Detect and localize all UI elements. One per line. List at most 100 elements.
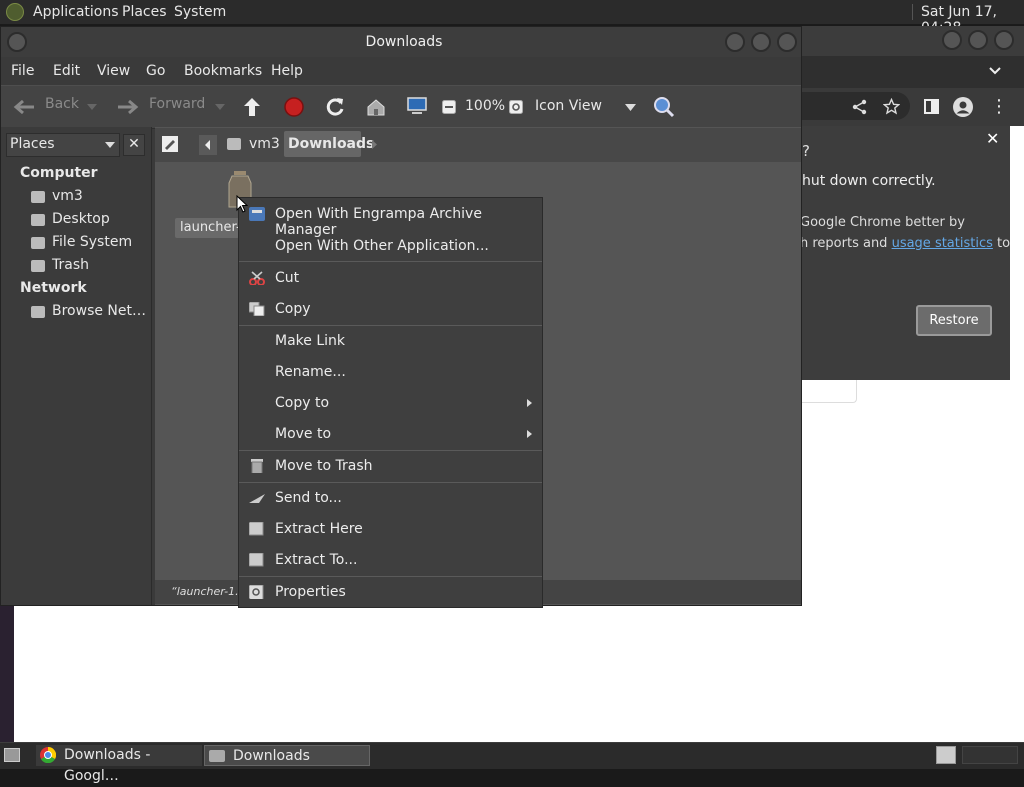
- menu-item-label: Open With Other Application...: [275, 238, 489, 254]
- bubble-checkbox-text: Google Chrome better by: [800, 215, 965, 230]
- menu-item-rename[interactable]: Rename...: [239, 357, 542, 388]
- menubar: File Edit View Go Bookmarks Help: [1, 57, 801, 85]
- search-icon[interactable]: [653, 96, 675, 118]
- workspace-switcher-empty[interactable]: [962, 746, 1018, 764]
- properties-icon: [249, 585, 264, 599]
- menu-view[interactable]: View: [97, 63, 130, 79]
- extract-icon: [249, 553, 264, 567]
- bubble-text-prefix: h reports and: [800, 236, 892, 251]
- submenu-arrow-icon: [527, 399, 532, 407]
- file-label[interactable]: launcher-: [175, 218, 239, 238]
- menu-item-copy-to[interactable]: Copy to: [239, 388, 542, 419]
- menu-separator: [239, 261, 542, 262]
- back-button[interactable]: Back: [9, 92, 105, 122]
- forward-label: Forward: [149, 96, 206, 112]
- forward-button[interactable]: Forward: [113, 92, 229, 122]
- bubble-text-suffix: to: [992, 236, 1011, 251]
- menu-item-open-with-other[interactable]: Open With Other Application...: [239, 231, 542, 262]
- view-mode-select[interactable]: Icon View: [529, 94, 639, 120]
- sidebar-section-computer: Computer: [20, 165, 98, 181]
- workspace-switcher-icon[interactable]: [936, 746, 956, 764]
- path-segment-downloads[interactable]: Downloads: [284, 131, 374, 157]
- chrome-menu-icon[interactable]: ⋮: [990, 96, 1008, 117]
- menu-item-label: Make Link: [275, 333, 345, 349]
- zoom-in-icon[interactable]: [509, 100, 523, 114]
- share-icon[interactable]: [852, 99, 868, 115]
- fm-titlebar: Downloads: [1, 27, 801, 58]
- stop-icon[interactable]: [284, 97, 304, 117]
- taskbar: Downloads - Googl… Downloads: [0, 742, 1024, 784]
- distro-logo-icon[interactable]: [6, 3, 24, 21]
- menu-go[interactable]: Go: [146, 63, 165, 79]
- home-icon[interactable]: [366, 97, 386, 117]
- close-button[interactable]: [777, 32, 797, 52]
- menu-item-copy[interactable]: Copy: [239, 294, 542, 325]
- desktop-icon: [31, 214, 45, 226]
- show-desktop-icon[interactable]: [4, 748, 20, 762]
- maximize-button[interactable]: [751, 32, 771, 52]
- menu-item-send-to[interactable]: Send to...: [239, 483, 542, 514]
- menu-item-move-to[interactable]: Move to: [239, 419, 542, 450]
- chrome-titlebar: [800, 26, 1024, 56]
- chrome-close-button[interactable]: [994, 30, 1014, 50]
- menu-item-open-with-engrampa[interactable]: Open With Engrampa Archive Manager: [239, 199, 542, 238]
- chrome-page-area: [14, 606, 800, 742]
- path-left-icon[interactable]: [199, 135, 217, 155]
- menu-item-label: Send to...: [275, 490, 342, 506]
- chrome-minimize-button[interactable]: [942, 30, 962, 50]
- chevron-down-icon[interactable]: [988, 66, 1002, 76]
- usage-statistics-link[interactable]: usage statistics: [892, 236, 993, 251]
- sidebar-selector[interactable]: Places: [6, 133, 120, 157]
- sidebar-item-browse-network[interactable]: Browse Net…: [52, 303, 146, 319]
- path-segment-vm3-label: vm3: [249, 136, 280, 152]
- menu-item-label: Copy: [275, 301, 311, 317]
- menu-bookmarks[interactable]: Bookmarks: [184, 63, 262, 79]
- sidebar-item-file-system[interactable]: File System: [52, 234, 132, 250]
- menu-item-make-link[interactable]: Make Link: [239, 326, 542, 357]
- zoom-out-icon[interactable]: [442, 100, 456, 114]
- sidebar-item-desktop[interactable]: Desktop: [52, 211, 110, 227]
- back-dropdown-icon[interactable]: [87, 104, 97, 110]
- menu-help[interactable]: Help: [271, 63, 303, 79]
- menu-item-label: Copy to: [275, 395, 330, 411]
- menu-item-extract-here[interactable]: Extract Here: [239, 514, 542, 545]
- sidebar-close-icon[interactable]: ✕: [123, 134, 145, 156]
- edit-location-icon[interactable]: [161, 135, 179, 153]
- system-menu[interactable]: System: [174, 4, 226, 20]
- task-downloads-label: Downloads: [233, 748, 310, 764]
- minimize-button[interactable]: [725, 32, 745, 52]
- places-menu[interactable]: Places: [122, 4, 167, 20]
- restore-pages-bubble: ✕ ? hut down correctly. Google Chrome be…: [800, 126, 1010, 380]
- applications-menu[interactable]: Applications: [33, 4, 119, 20]
- menu-item-cut[interactable]: Cut: [239, 263, 542, 294]
- up-arrow-icon[interactable]: [242, 97, 262, 117]
- menu-item-move-to-trash[interactable]: Move to Trash: [239, 451, 542, 482]
- path-right-icon[interactable]: [370, 139, 378, 150]
- menu-item-extract-to[interactable]: Extract To...: [239, 545, 542, 576]
- sidebar-item-trash[interactable]: Trash: [52, 257, 89, 273]
- folder-icon: [209, 750, 225, 762]
- menu-item-label: Rename...: [275, 364, 346, 380]
- menu-item-label: Extract To...: [275, 552, 358, 568]
- send-icon: [249, 494, 265, 503]
- path-segment-vm3[interactable]: vm3: [223, 131, 281, 157]
- bubble-close-icon[interactable]: ✕: [986, 129, 999, 148]
- task-downloads[interactable]: Downloads: [204, 745, 370, 766]
- task-chrome[interactable]: Downloads - Googl…: [36, 745, 202, 784]
- forward-dropdown-icon[interactable]: [215, 104, 225, 110]
- restore-button[interactable]: Restore: [916, 305, 992, 336]
- reload-icon[interactable]: [325, 97, 345, 117]
- toolbar: Back Forward 100% Icon View: [1, 85, 801, 129]
- chrome-logo-icon: [40, 747, 56, 763]
- archive-manager-icon: [249, 207, 265, 221]
- bookmark-star-icon[interactable]: [883, 98, 900, 115]
- chrome-maximize-button[interactable]: [968, 30, 988, 50]
- side-panel-icon[interactable]: [924, 99, 939, 114]
- menu-item-properties[interactable]: Properties: [239, 577, 542, 608]
- network-icon: [31, 306, 45, 318]
- menu-file[interactable]: File: [11, 63, 34, 79]
- menu-edit[interactable]: Edit: [53, 63, 80, 79]
- profile-avatar-icon[interactable]: [953, 97, 973, 117]
- computer-icon[interactable]: [406, 96, 428, 116]
- sidebar-item-vm3[interactable]: vm3: [52, 188, 83, 204]
